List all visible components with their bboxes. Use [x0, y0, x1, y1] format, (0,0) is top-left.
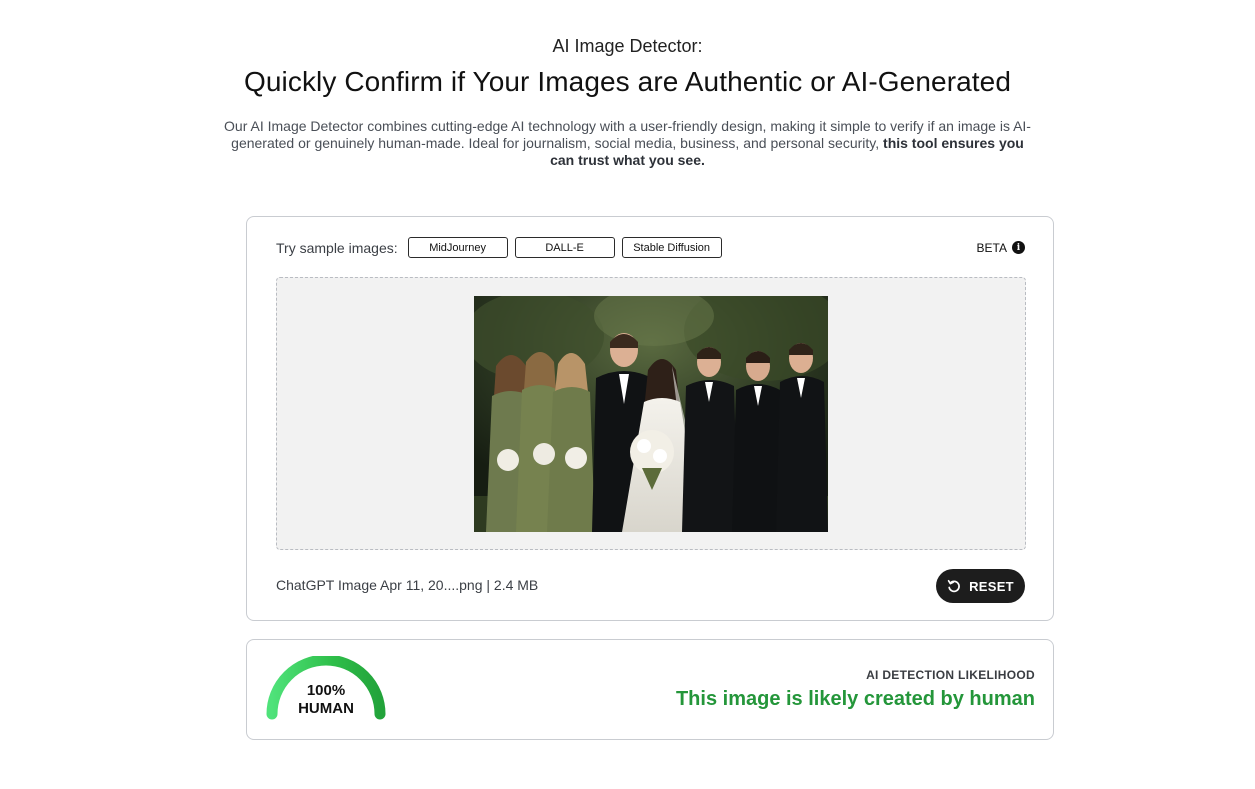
file-info: ChatGPT Image Apr 11, 20....png | 2.4 MB — [276, 577, 539, 593]
info-icon[interactable]: i — [1012, 241, 1025, 254]
sample-images-bar: Try sample images: MidJourney DALL-E Sta… — [276, 236, 1025, 259]
sample-midjourney-button[interactable]: MidJourney — [407, 237, 508, 258]
reset-button[interactable]: RESET — [936, 569, 1025, 603]
sample-dalle-button[interactable]: DALL-E — [514, 237, 615, 258]
sample-stable-diffusion-button[interactable]: Stable Diffusion — [621, 237, 722, 258]
image-dropzone[interactable] — [276, 277, 1026, 550]
page-description: Our AI Image Detector combines cutting-e… — [218, 118, 1038, 169]
likelihood-percent: 100% — [306, 682, 346, 699]
wedding-photo-image — [474, 296, 828, 532]
beta-label: BETA — [976, 240, 1007, 255]
page-title: Quickly Confirm if Your Images are Authe… — [243, 66, 1012, 97]
beta-badge[interactable]: BETA i — [977, 236, 1025, 259]
reset-label: RESET — [969, 578, 1014, 594]
uploaded-image-preview — [474, 296, 828, 532]
page-eyebrow: AI Image Detector: — [552, 36, 703, 56]
hero-section: AI Image Detector: Quickly Confirm if Yo… — [0, 34, 1255, 169]
upload-card: Try sample images: MidJourney DALL-E Sta… — [246, 216, 1054, 621]
result-card: 100% HUMAN AI DETECTION LIKELIHOOD This … — [246, 639, 1054, 740]
result-heading: AI DETECTION LIKELIHOOD — [866, 668, 1035, 682]
gauge-readout: 100% HUMAN — [264, 682, 388, 718]
reset-icon — [947, 579, 960, 593]
result-verdict: This image is likely created by human — [675, 688, 1035, 710]
likelihood-classification: HUMAN — [298, 700, 354, 717]
sample-images-label: Try sample images: — [276, 239, 398, 256]
